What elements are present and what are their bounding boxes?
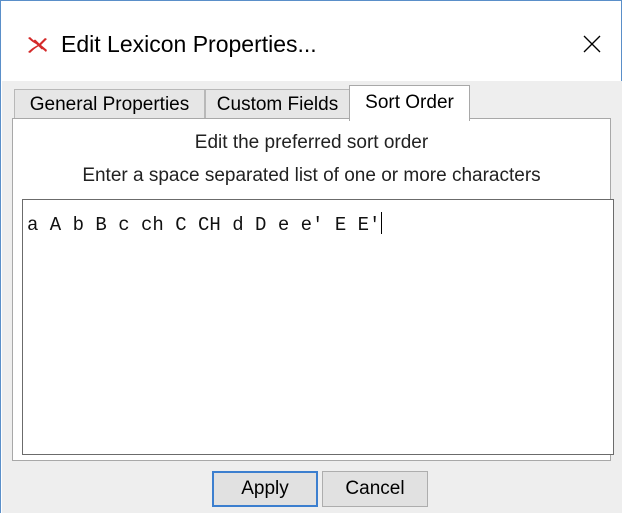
dialog-content: General Properties Custom Fields Sort Or… (2, 81, 622, 513)
cancel-button[interactable]: Cancel (322, 471, 428, 507)
edit-lexicon-dialog: Edit Lexicon Properties... General Prope… (0, 0, 622, 513)
sort-order-text: a A b B c ch C CH d D e e' E E' (27, 212, 383, 236)
sort-order-value: a A b B c ch C CH d D e e' E E' (27, 214, 381, 236)
sort-order-textarea[interactable]: a A b B c ch C CH d D e e' E E' (22, 199, 614, 455)
title-bar[interactable]: Edit Lexicon Properties... (1, 1, 621, 81)
tab-custom-fields[interactable]: Custom Fields (205, 89, 350, 120)
window-title: Edit Lexicon Properties... (61, 31, 317, 57)
panel-heading: Edit the preferred sort order (194, 132, 429, 153)
apply-button[interactable]: Apply (212, 471, 318, 507)
panel-instructions: Enter a space separated list of one or m… (82, 165, 541, 186)
app-logo-icon (28, 37, 47, 53)
tab-general-properties[interactable]: General Properties (14, 89, 205, 120)
tab-sort-order[interactable]: Sort Order (349, 85, 470, 121)
text-caret (381, 212, 383, 234)
close-icon[interactable] (575, 27, 609, 61)
sort-order-panel: Edit the preferred sort order Enter a sp… (12, 118, 614, 461)
